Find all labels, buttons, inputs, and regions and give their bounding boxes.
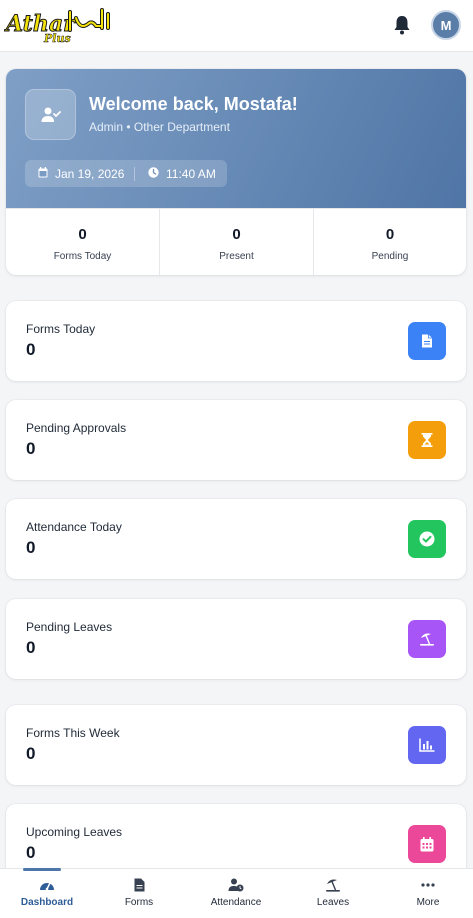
ellipsis-icon xyxy=(383,878,473,894)
card-pending-leaves[interactable]: Pending Leaves 0 xyxy=(6,599,466,679)
current-time: 11:40 AM xyxy=(166,167,216,181)
card-value: 0 xyxy=(26,538,36,557)
file-icon xyxy=(92,878,186,894)
nav-attendance[interactable]: Attendance xyxy=(189,869,283,918)
stat-label: Forms Today xyxy=(53,251,112,262)
nav-label: More xyxy=(416,897,440,908)
stat-label: Present xyxy=(219,251,254,262)
card-value: 0 xyxy=(26,439,36,458)
card-label: Upcoming Leaves xyxy=(26,825,123,839)
date-time-pill: Jan 19, 2026 11:40 AM xyxy=(25,160,227,187)
stat-label: Pending xyxy=(371,251,409,262)
card-value: 0 xyxy=(26,744,36,763)
divider xyxy=(134,167,135,181)
card-value: 0 xyxy=(26,638,36,657)
stat-value: 0 xyxy=(385,226,395,243)
card-label: Forms Today xyxy=(26,322,96,336)
nav-more[interactable]: More xyxy=(383,869,473,918)
user-clock-icon xyxy=(189,878,283,894)
card-pending-approvals[interactable]: Pending Approvals 0 xyxy=(6,400,466,480)
nav-dashboard[interactable]: Dashboard xyxy=(0,868,94,918)
umbrella-beach-icon xyxy=(286,878,380,894)
bar-chart-icon xyxy=(408,726,446,764)
nav-label: Leaves xyxy=(316,897,350,908)
umbrella-beach-icon xyxy=(408,620,446,658)
gauge-icon xyxy=(0,878,94,894)
nav-forms[interactable]: Forms xyxy=(92,869,186,918)
card-forms-this-week[interactable]: Forms This Week 0 xyxy=(6,705,466,785)
check-circle-icon xyxy=(408,520,446,558)
welcome-card: Welcome back, Mostafa! Admin • Other Dep… xyxy=(6,69,466,275)
clock-icon xyxy=(148,167,159,181)
stat-present: 0 Present xyxy=(159,209,313,275)
bottom-nav: Dashboard Forms Attendance Leaves More xyxy=(0,868,473,918)
document-icon xyxy=(408,322,446,360)
bell-icon[interactable] xyxy=(392,14,412,36)
welcome-title: Welcome back, Mostafa! xyxy=(89,94,298,114)
nav-label: Forms xyxy=(124,897,154,908)
card-label: Pending Approvals xyxy=(26,421,127,435)
active-indicator xyxy=(23,868,61,871)
card-value: 0 xyxy=(26,340,36,359)
card-forms-today[interactable]: Forms Today 0 xyxy=(6,301,466,381)
card-label: Forms This Week xyxy=(26,726,120,740)
calendar-icon xyxy=(38,167,48,181)
user-role-department: Admin • Other Department xyxy=(89,120,230,134)
app-logo[interactable]: Athar Plus xyxy=(4,4,114,46)
card-value: 0 xyxy=(26,843,36,862)
card-attendance-today[interactable]: Attendance Today 0 xyxy=(6,499,466,579)
stat-value: 0 xyxy=(78,226,87,243)
calendar-icon xyxy=(408,825,446,863)
stat-forms-today: 0 Forms Today xyxy=(6,209,159,275)
card-label: Attendance Today xyxy=(26,520,122,534)
avatar[interactable]: M xyxy=(431,10,461,40)
user-check-icon xyxy=(25,89,76,140)
nav-leaves[interactable]: Leaves xyxy=(286,869,380,918)
top-bar: Athar Plus M xyxy=(0,0,473,52)
card-label: Pending Leaves xyxy=(26,620,113,634)
welcome-hero: Welcome back, Mostafa! Admin • Other Dep… xyxy=(6,69,466,208)
quick-stats: 0 Forms Today 0 Present 0 Pending xyxy=(6,208,466,275)
svg-text:Plus: Plus xyxy=(43,32,71,45)
nav-label: Attendance xyxy=(210,897,262,908)
current-date: Jan 19, 2026 xyxy=(55,167,125,181)
hourglass-icon xyxy=(408,421,446,459)
stat-value: 0 xyxy=(232,226,241,243)
nav-label: Dashboard xyxy=(20,897,74,908)
stat-pending: 0 Pending xyxy=(313,209,466,275)
